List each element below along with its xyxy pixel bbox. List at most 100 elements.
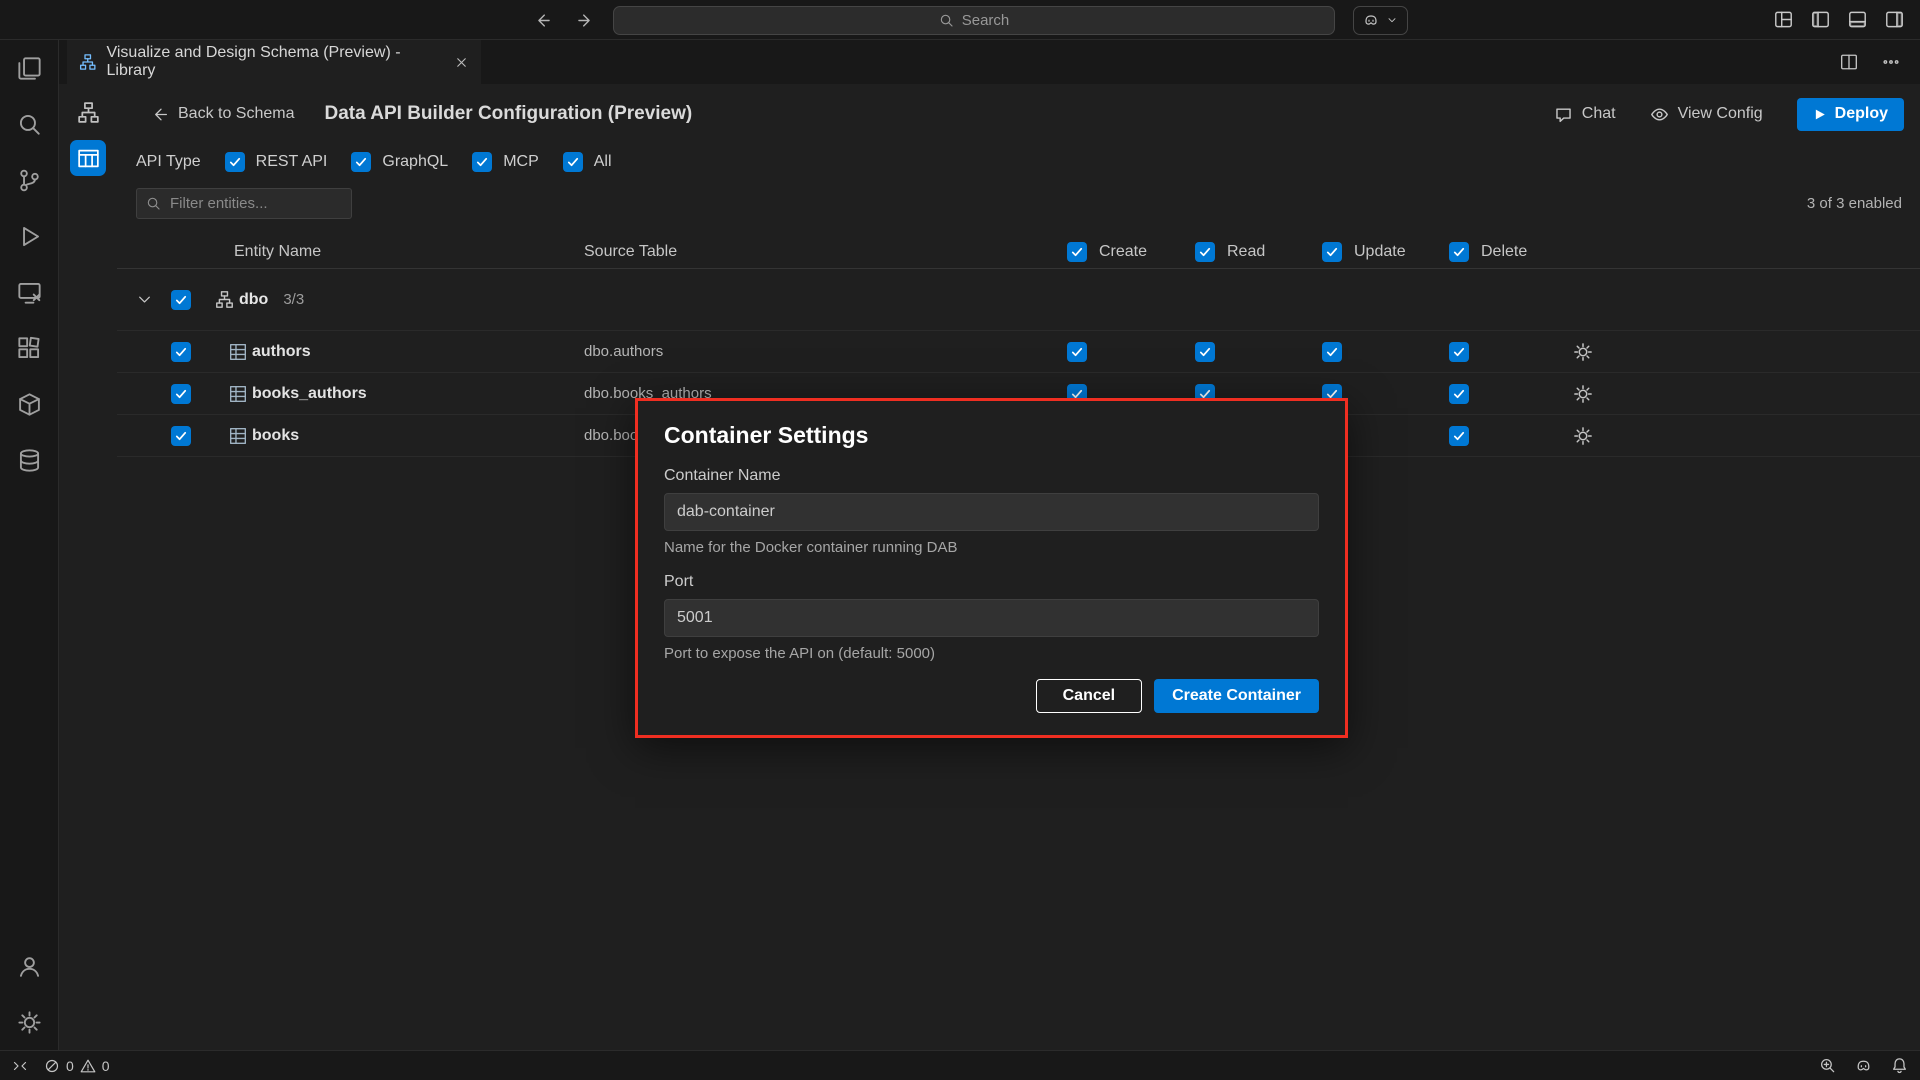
cancel-button[interactable]: Cancel [1036,679,1142,713]
activity-account[interactable] [0,938,59,994]
activity-run-debug[interactable] [0,208,59,264]
eye-icon [1650,105,1669,124]
arrow-left-icon [152,106,169,123]
enabled-summary: 3 of 3 enabled [1807,195,1902,212]
deploy-button[interactable]: Deploy [1797,98,1904,131]
group-checkbox[interactable] [171,290,191,310]
container-name-label: Container Name [664,467,1319,485]
activity-containers[interactable] [0,376,59,432]
check-icon [1198,245,1212,259]
select-all-update-checkbox[interactable] [1322,242,1342,262]
chevron-down-icon [136,291,153,308]
zoom-indicator[interactable] [1819,1057,1836,1074]
designer-toolbar [59,84,117,1050]
activity-settings[interactable] [0,994,59,1050]
command-center-search[interactable]: Search [613,6,1335,35]
group-name: dbo [239,291,268,309]
port-label: Port [664,573,1319,591]
entities-table-header: Entity Name Source Table Create Read Upd… [117,235,1920,269]
row-settings-button[interactable] [1573,426,1920,446]
create-container-button[interactable]: Create Container [1154,679,1319,713]
copilot-status-button[interactable] [1855,1057,1872,1074]
problems-indicator[interactable]: 0 0 [44,1058,110,1074]
remote-indicator[interactable] [12,1058,28,1074]
activity-source-control[interactable] [0,152,59,208]
activity-extensions[interactable] [0,320,59,376]
tab-visualize-design-schema[interactable]: Visualize and Design Schema (Preview) - … [67,40,481,84]
run-debug-icon [17,224,42,249]
panel-bottom-icon [1848,10,1867,29]
entity-checkbox[interactable] [171,342,191,362]
delete-checkbox[interactable] [1449,342,1469,362]
page-title: Data API Builder Configuration (Preview) [325,103,693,125]
api-type-option-graphql[interactable]: GraphQL [351,152,448,172]
search-icon [939,13,954,28]
checkbox-checked[interactable] [563,152,583,172]
status-bar: 0 0 [0,1050,1920,1080]
create-checkbox[interactable] [1067,342,1087,362]
collapse-group-button[interactable] [117,291,171,308]
dab-config-view-button[interactable] [70,140,106,176]
read-checkbox[interactable] [1195,342,1215,362]
check-icon [1452,429,1466,443]
check-icon [1452,387,1466,401]
filter-entities-input[interactable] [136,188,352,219]
entity-name-header: Entity Name [117,243,584,261]
entity-checkbox[interactable] [171,426,191,446]
customize-layout-button[interactable] [1774,10,1793,29]
check-icon [1325,345,1339,359]
entity-checkbox[interactable] [171,384,191,404]
option-label: GraphQL [382,153,448,171]
table-design-icon [77,147,100,170]
tab-close-button[interactable] [454,55,469,70]
delete-checkbox[interactable] [1449,426,1469,446]
toggle-primary-sidebar-button[interactable] [1811,10,1830,29]
toggle-panel-button[interactable] [1848,10,1867,29]
source-table-header: Source Table [584,243,1067,261]
activity-remote-explorer[interactable] [0,264,59,320]
split-editor-button[interactable] [1840,53,1858,71]
gear-icon [1573,426,1593,446]
port-input[interactable] [664,599,1319,637]
api-type-option-rest[interactable]: REST API [225,152,328,172]
back-to-schema-button[interactable]: Back to Schema [152,105,295,123]
delete-checkbox[interactable] [1449,384,1469,404]
check-icon [1452,345,1466,359]
api-type-option-mcp[interactable]: MCP [472,152,539,172]
activity-search[interactable] [0,96,59,152]
view-config-button[interactable]: View Config [1650,105,1763,124]
option-label: All [594,153,612,171]
schema-designer-icon [79,53,96,71]
more-actions-button[interactable] [1882,53,1900,71]
schema-hierarchy-icon [77,101,100,124]
remote-device-icon [17,280,42,305]
checkbox-checked[interactable] [351,152,371,172]
toggle-secondary-sidebar-button[interactable] [1885,10,1904,29]
nav-back-button[interactable] [533,11,552,30]
checkbox-checked[interactable] [225,152,245,172]
activity-database[interactable] [0,432,59,488]
notifications-button[interactable] [1891,1057,1908,1074]
titlebar: Search [0,0,1920,40]
update-checkbox[interactable] [1322,342,1342,362]
row-settings-button[interactable] [1573,384,1920,404]
select-all-delete-checkbox[interactable] [1449,242,1469,262]
checkbox-checked[interactable] [472,152,492,172]
option-label: REST API [256,153,328,171]
activity-explorer[interactable] [0,40,59,96]
nav-forward-button[interactable] [576,11,595,30]
schema-group-row: dbo 3/3 [117,269,1920,331]
tab-title: Visualize and Design Schema (Preview) - … [106,44,444,80]
search-placeholder: Search [962,12,1010,29]
row-settings-button[interactable] [1573,342,1920,362]
api-type-option-all[interactable]: All [563,152,612,172]
close-icon [454,55,469,70]
panel-right-icon [1885,10,1904,29]
copilot-menu-button[interactable] [1353,6,1408,35]
container-name-input[interactable] [664,493,1319,531]
select-all-read-checkbox[interactable] [1195,242,1215,262]
error-count: 0 [66,1058,74,1074]
chat-button[interactable]: Chat [1554,105,1616,124]
schema-view-button[interactable] [70,94,106,130]
select-all-create-checkbox[interactable] [1067,242,1087,262]
